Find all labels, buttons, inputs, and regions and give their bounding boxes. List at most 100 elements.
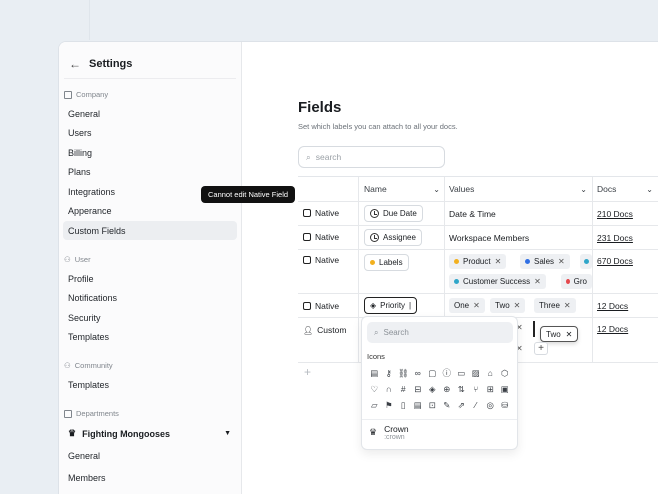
sidebar-item-dept-general[interactable]: General bbox=[63, 446, 237, 465]
flag-icon[interactable]: ⚑ bbox=[382, 397, 397, 413]
icon-search-input[interactable]: ⌕ Search bbox=[367, 322, 513, 343]
docs-link[interactable]: 670 Docs bbox=[597, 256, 633, 266]
value-tag[interactable]: Customer Success ✕ bbox=[449, 274, 546, 289]
field-name-chip[interactable]: Assignee bbox=[364, 229, 422, 246]
drive-icon[interactable]: ⊟ bbox=[411, 381, 426, 397]
group-label-company: Company bbox=[64, 90, 108, 99]
label-color-dot bbox=[370, 260, 375, 265]
search-icon: ⌕ bbox=[306, 151, 311, 162]
caret-down-icon: ▼ bbox=[224, 430, 231, 437]
chain-icon[interactable]: ∞ bbox=[411, 365, 426, 381]
back-arrow-icon[interactable]: ← bbox=[69, 57, 81, 71]
text-cursor bbox=[533, 321, 535, 337]
docs-link[interactable]: 12 Docs bbox=[597, 301, 628, 311]
search-input[interactable]: ⌕ search bbox=[298, 146, 445, 168]
column-header-docs[interactable]: Docs ⌄ bbox=[597, 177, 653, 201]
gift-icon[interactable]: ⊞ bbox=[483, 381, 498, 397]
git-pull-icon[interactable]: ⇅ bbox=[454, 381, 469, 397]
field-values-text: Workspace Members bbox=[449, 233, 530, 243]
field-name-input[interactable]: ◈ Priority | bbox=[364, 297, 418, 314]
group-label-community: ⚇ Community bbox=[64, 361, 113, 370]
docs-link[interactable]: 12 Docs bbox=[597, 324, 628, 334]
value-tag[interactable] bbox=[580, 254, 592, 269]
image-icon[interactable]: ▨ bbox=[469, 365, 484, 381]
layout-icon[interactable]: ▤ bbox=[367, 365, 382, 381]
link-icon[interactable]: ⛓ bbox=[396, 365, 411, 381]
chevron-down-icon: ⌄ bbox=[433, 184, 440, 194]
external-link-icon[interactable]: ⇗ bbox=[454, 397, 469, 413]
close-icon: ✕ bbox=[513, 301, 521, 310]
disc-icon[interactable]: ◎ bbox=[483, 397, 498, 413]
info-icon[interactable]: ⓘ bbox=[440, 365, 455, 381]
home-icon[interactable]: ⌂ bbox=[483, 365, 498, 381]
sidebar-item-appearance[interactable]: Apperance bbox=[63, 201, 237, 220]
background-panel bbox=[0, 0, 90, 40]
layers-icon[interactable]: ◈ bbox=[425, 381, 440, 397]
sidebar-item-security[interactable]: Security bbox=[63, 308, 237, 327]
sidebar-item-plans[interactable]: Plans bbox=[63, 162, 237, 181]
add-field-button[interactable]: + bbox=[304, 365, 311, 379]
close-icon: ✕ bbox=[534, 277, 541, 286]
value-tag[interactable]: Two ✕ bbox=[490, 298, 526, 313]
value-tag[interactable]: Product ✕ bbox=[449, 254, 507, 269]
field-name-chip[interactable]: Due Date bbox=[364, 205, 423, 222]
add-value-button[interactable]: + bbox=[534, 342, 548, 355]
sidebar-item-community-templates[interactable]: Templates bbox=[63, 375, 237, 394]
icons-section-label: Icons bbox=[367, 352, 385, 361]
close-icon: ✕ bbox=[558, 257, 565, 266]
docs-link[interactable]: 210 Docs bbox=[597, 209, 633, 219]
hash-icon[interactable]: # bbox=[396, 381, 411, 397]
heart-icon[interactable]: ♡ bbox=[367, 381, 382, 397]
folder-open-icon[interactable]: ▱ bbox=[367, 397, 382, 413]
icon-result-crown[interactable]: ♛ Crown :crown bbox=[369, 424, 409, 441]
badge-icon[interactable]: ▢ bbox=[425, 365, 440, 381]
native-field-icon bbox=[303, 302, 311, 310]
headphones-icon[interactable]: ∩ bbox=[382, 381, 397, 397]
dragged-value-tag[interactable]: Two ✕ bbox=[540, 326, 579, 342]
value-tag[interactable]: One ✕ bbox=[449, 298, 485, 313]
value-tag[interactable]: Gro bbox=[561, 274, 592, 289]
hexagon-icon[interactable]: ⬡ bbox=[498, 365, 513, 381]
file-icon[interactable]: ▯ bbox=[396, 397, 411, 413]
settings-window: ← Settings Company General Users Billing… bbox=[58, 41, 658, 494]
globe-icon[interactable]: ⊕ bbox=[440, 381, 455, 397]
sidebar: ← Settings Company General Users Billing… bbox=[59, 42, 242, 494]
sidebar-item-notifications[interactable]: Notifications bbox=[63, 288, 237, 307]
file-text-icon[interactable]: ▤ bbox=[411, 397, 426, 413]
file-plus-icon[interactable]: ⊡ bbox=[425, 397, 440, 413]
building-icon bbox=[64, 90, 72, 99]
sidebar-item-templates[interactable]: Templates bbox=[63, 327, 237, 346]
value-tag[interactable]: Three ✕ bbox=[534, 298, 576, 313]
page-subtitle: Set which labels you can attach to all y… bbox=[298, 122, 458, 131]
docs-link[interactable]: 231 Docs bbox=[597, 233, 633, 243]
native-field-icon bbox=[303, 209, 311, 217]
sidebar-item-members[interactable]: Members bbox=[63, 468, 237, 487]
field-type: 👤︎ Custom bbox=[303, 325, 347, 335]
column-header-name[interactable]: Name ⌄ bbox=[364, 177, 440, 201]
feather-icon[interactable]: ✎ bbox=[440, 397, 455, 413]
chevron-down-icon: ⌄ bbox=[580, 184, 587, 194]
close-icon: ✕ bbox=[473, 301, 480, 310]
field-type: Native bbox=[303, 301, 339, 311]
crown-icon: ♛ bbox=[369, 427, 378, 437]
search-icon: ⌕ bbox=[374, 327, 379, 337]
sidebar-item-general[interactable]: General bbox=[63, 104, 237, 123]
database-icon[interactable]: ⛁ bbox=[498, 397, 513, 413]
close-icon: ✕ bbox=[494, 257, 502, 266]
result-code: :crown bbox=[384, 434, 405, 441]
column-header-values[interactable]: Values ⌄ bbox=[449, 177, 587, 201]
card-icon[interactable]: ▭ bbox=[454, 365, 469, 381]
sidebar-header: ← Settings bbox=[69, 54, 132, 74]
sidebar-item-profile[interactable]: Profile bbox=[63, 269, 237, 288]
folder-icon[interactable]: ▣ bbox=[498, 381, 513, 397]
clock-icon bbox=[370, 209, 379, 218]
key-icon[interactable]: ⚷ bbox=[382, 365, 397, 381]
sidebar-item-users[interactable]: Users bbox=[63, 123, 237, 142]
git-merge-icon[interactable]: ⑂ bbox=[469, 381, 484, 397]
pen-icon[interactable]: ⁄ bbox=[469, 397, 484, 413]
sidebar-item-custom-fields[interactable]: Custom Fields bbox=[63, 221, 237, 240]
value-tag[interactable]: Sales ✕ bbox=[520, 254, 570, 269]
field-name-chip[interactable]: Labels bbox=[364, 254, 409, 271]
team-selector[interactable]: ♛ Fighting Mongooses ▼ bbox=[63, 424, 237, 443]
sidebar-item-billing[interactable]: Billing bbox=[63, 143, 237, 162]
